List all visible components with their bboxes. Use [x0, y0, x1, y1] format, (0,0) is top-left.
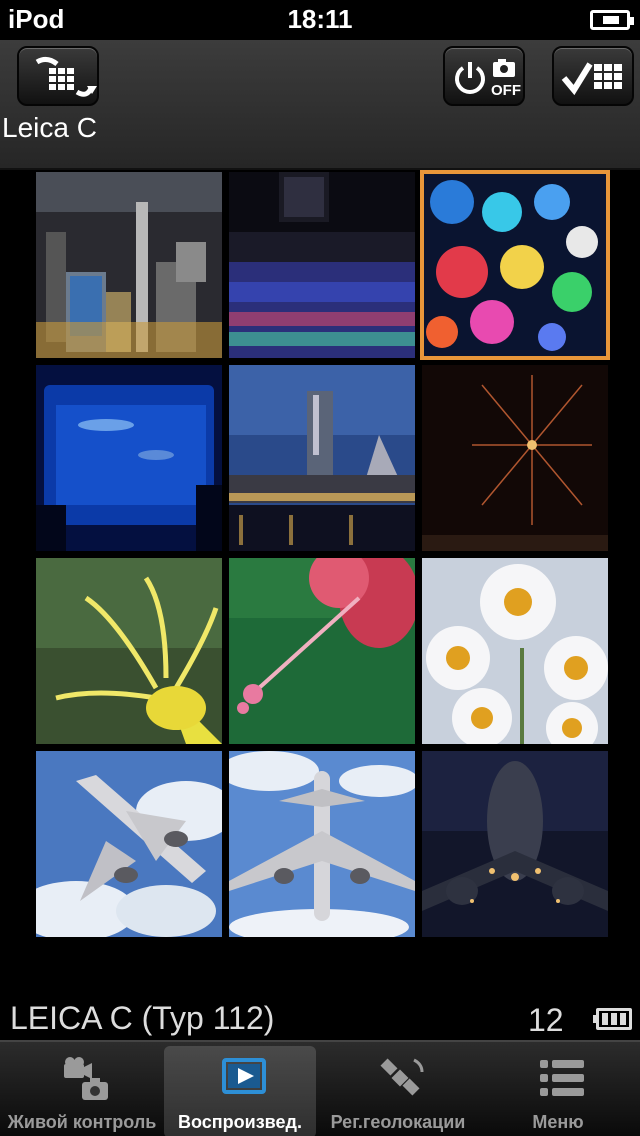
status-time: 18:11 [287, 4, 353, 34]
camera-name: Leica C [2, 112, 97, 143]
thumbnail[interactable] [229, 558, 415, 744]
thumbnail[interactable] [36, 751, 222, 937]
power-icon [455, 59, 515, 94]
illumination-field-photo [229, 172, 415, 358]
thumbnail-selected[interactable] [420, 170, 610, 360]
thumbnail[interactable] [422, 365, 608, 551]
tab-geotagging[interactable]: Рег.геолокации [322, 1046, 474, 1136]
tab-label: Рег.геолокации [330, 1112, 466, 1132]
status-bar: iPod 18:11 [0, 0, 640, 40]
camera-icon [64, 1057, 108, 1100]
camera-model-label: LEICA C (Typ 112) [10, 1000, 275, 1036]
fireworks-photo [422, 365, 608, 551]
tower-waterfront-photo [229, 365, 415, 551]
camera-battery-icon [593, 1008, 632, 1030]
thumbnail[interactable] [229, 751, 415, 937]
thumbnail[interactable] [36, 558, 222, 744]
city-night-aerial-photo [36, 172, 222, 358]
header-toolbar: OFF Leica C [0, 40, 640, 170]
pink-flower-photo [229, 558, 415, 744]
menu-list-icon [540, 1060, 584, 1096]
thumbnail-grid [36, 170, 610, 937]
yellow-flower-photo [36, 558, 222, 744]
satellite-icon [380, 1058, 424, 1096]
daffodils-photo [422, 558, 608, 744]
image-count: 12 [528, 1002, 564, 1038]
rotate-grid-icon [35, 56, 97, 97]
camera-off-label: OFF [491, 82, 521, 99]
airplane-takeoff-photo [36, 751, 222, 937]
thumbnail[interactable] [422, 751, 608, 937]
tab-live-control[interactable]: Живой контроль [6, 1046, 158, 1136]
switch-view-button[interactable] [17, 46, 99, 106]
tab-bar: Живой контроль Воспроизвед. Рег.геолокац… [0, 1040, 640, 1136]
select-images-button[interactable] [552, 46, 634, 106]
playback-icon [222, 1058, 266, 1094]
camera-off-button[interactable]: OFF [443, 46, 525, 106]
device-battery-icon [590, 10, 634, 30]
thumbnail[interactable] [36, 172, 222, 358]
tab-label: Воспроизвед. [178, 1112, 302, 1132]
thumbnail[interactable] [229, 172, 415, 358]
tab-playback[interactable]: Воспроизвед. [164, 1046, 316, 1136]
aquarium-photo [36, 365, 222, 551]
bokeh-lights-photo [422, 172, 608, 358]
thumbnail[interactable] [36, 365, 222, 551]
thumbnail[interactable] [422, 558, 608, 744]
tab-label: Меню [532, 1112, 584, 1132]
thumbnail[interactable] [229, 365, 415, 551]
tab-menu[interactable]: Меню [482, 1046, 634, 1136]
airplane-overhead-photo [229, 751, 415, 937]
tab-label: Живой контроль [7, 1112, 157, 1132]
airplane-night-photo [422, 751, 608, 937]
checkmark-grid-icon [561, 62, 622, 96]
